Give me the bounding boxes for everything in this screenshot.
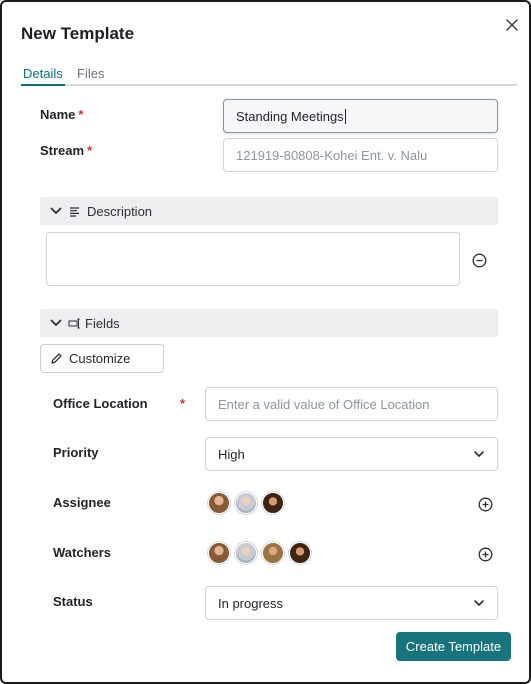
avatar[interactable] bbox=[262, 492, 284, 514]
watchers-avatars bbox=[208, 542, 311, 564]
chevron-down-icon bbox=[50, 319, 62, 326]
priority-select[interactable]: High bbox=[205, 437, 498, 471]
required-marker: * bbox=[180, 396, 186, 411]
create-template-button[interactable]: Create Template bbox=[396, 632, 511, 661]
status-value: In progress bbox=[218, 595, 284, 611]
tab-files[interactable]: Files bbox=[77, 66, 104, 81]
tab-details[interactable]: Details bbox=[23, 66, 63, 81]
office-location-label: Office Location bbox=[53, 396, 148, 411]
pencil-icon bbox=[51, 353, 62, 364]
fields-section-label: Fields bbox=[85, 315, 120, 331]
avatar[interactable] bbox=[289, 542, 311, 564]
text-caret bbox=[344, 108, 346, 124]
description-textarea[interactable] bbox=[46, 232, 460, 286]
priority-value: High bbox=[218, 446, 245, 462]
new-template-dialog: New Template Details Files Name * Standin… bbox=[0, 0, 531, 684]
name-label: Name * bbox=[40, 107, 84, 122]
status-label: Status bbox=[53, 594, 93, 609]
customize-label: Customize bbox=[69, 351, 131, 366]
stream-field[interactable]: 121919-80808-Kohei Ent. v. Nalu bbox=[223, 138, 498, 172]
name-input[interactable]: Standing Meetings bbox=[223, 99, 498, 133]
input-field-icon bbox=[68, 318, 80, 328]
required-marker: * bbox=[87, 143, 93, 158]
description-section-label: Description bbox=[87, 203, 153, 219]
description-section-header[interactable]: Description bbox=[40, 197, 498, 225]
required-marker: * bbox=[78, 107, 84, 122]
avatar[interactable] bbox=[235, 492, 257, 514]
text-align-icon bbox=[70, 206, 79, 217]
assignee-avatars bbox=[208, 492, 284, 514]
stream-label: Stream * bbox=[40, 143, 93, 158]
watchers-label: Watchers bbox=[53, 545, 112, 560]
tab-bar: Details Files bbox=[21, 66, 517, 86]
office-location-input[interactable]: Enter a valid value of Office Location bbox=[205, 387, 498, 421]
chevron-down-icon bbox=[474, 600, 484, 606]
dialog-title: New Template bbox=[21, 24, 135, 43]
chevron-down-icon bbox=[474, 451, 484, 457]
avatar[interactable] bbox=[208, 492, 230, 514]
active-tab-indicator bbox=[21, 84, 65, 86]
remove-circle-icon[interactable] bbox=[472, 253, 487, 268]
add-assignee-icon[interactable] bbox=[478, 497, 493, 512]
assignee-label: Assignee bbox=[53, 495, 111, 510]
avatar[interactable] bbox=[262, 542, 284, 564]
status-select[interactable]: In progress bbox=[205, 586, 498, 620]
avatar[interactable] bbox=[235, 542, 257, 564]
add-watcher-icon[interactable] bbox=[478, 547, 493, 562]
customize-button[interactable]: Customize bbox=[40, 344, 164, 373]
close-icon[interactable] bbox=[503, 16, 521, 34]
fields-section-header[interactable]: Fields bbox=[40, 309, 498, 337]
chevron-down-icon bbox=[50, 207, 62, 214]
priority-label: Priority bbox=[53, 445, 99, 460]
avatar[interactable] bbox=[208, 542, 230, 564]
